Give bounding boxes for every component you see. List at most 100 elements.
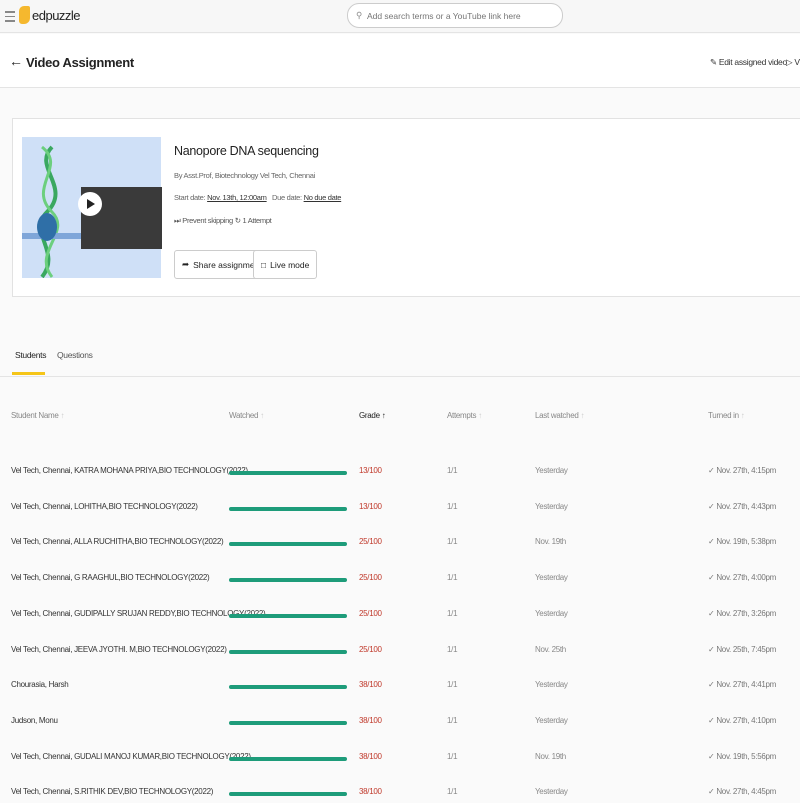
video-title: Nanopore DNA sequencing — [174, 144, 319, 158]
table-row[interactable]: Vel Tech, Chennai, ALLA RUCHITHA,BIO TEC… — [0, 533, 800, 553]
watched-progress-bar — [229, 685, 347, 690]
last-watched: Nov. 19th — [535, 537, 566, 547]
back-arrow-icon[interactable]: ← — [9, 53, 23, 69]
due-date-link[interactable]: No due date — [304, 193, 342, 202]
sort-arrow-icon: ↑ — [260, 411, 264, 420]
turned-in: ✓ Nov. 25th, 7:45pm — [708, 644, 777, 654]
grade: 13/100 — [359, 466, 382, 475]
search-icon: ⚲ — [356, 10, 362, 20]
table-row[interactable]: Vel Tech, Chennai, JEEVA JYOTHI. M,BIO T… — [0, 641, 800, 661]
attempts: 1/1 — [447, 501, 458, 511]
column-header-watched[interactable]: Watched ↑ — [229, 411, 264, 420]
grade: 38/100 — [359, 715, 382, 725]
column-header-student-name[interactable]: Student Name ↑ — [11, 411, 64, 420]
student-name: Vel Tech, Chennai, ALLA RUCHITHA,BIO TEC… — [11, 537, 224, 547]
sort-arrow-icon: ↑ — [740, 411, 745, 420]
column-header-last-watched[interactable]: Last watched ↑ — [535, 411, 584, 420]
watched-progress-bar — [229, 649, 347, 654]
header-label: Student Name — [11, 411, 59, 420]
student-name: Vel Tech, Chennai, LOHITHA,BIO TECHNOLOG… — [11, 501, 198, 511]
last-watched: Yesterday — [535, 573, 568, 583]
active-tab-indicator — [12, 372, 45, 375]
watched-progress-bar — [229, 613, 347, 618]
sort-arrow-icon: ↑ — [580, 411, 585, 420]
attempts: 1/1 — [447, 466, 458, 475]
student-name: Vel Tech, Chennai, KATRA MOHANA PRIYA,BI… — [11, 466, 248, 475]
header-label: Last watched — [535, 411, 579, 420]
last-watched: Yesterday — [535, 715, 568, 725]
header-label: Watched — [229, 411, 259, 420]
watched-progress-bar — [229, 792, 347, 797]
watched-progress-bar — [229, 720, 347, 725]
logo-mark-icon — [19, 6, 30, 24]
table-row[interactable]: Vel Tech, Chennai, LOHITHA,BIO TECHNOLOG… — [0, 498, 800, 518]
prevent-skipping-label: Prevent skipping — [182, 216, 233, 225]
table-row[interactable]: Vel Tech, Chennai, GUDIPALLY SRUJAN REDD… — [0, 605, 800, 625]
table-row[interactable]: Vel Tech, Chennai, S.RITHIK DEV,BIO TECH… — [0, 783, 800, 803]
search-input[interactable] — [366, 10, 547, 21]
assignment-options: ⏭ Prevent skipping ↻ 1 Attempt — [174, 216, 272, 226]
last-watched: Nov. 25th — [535, 644, 566, 654]
grade: 38/100 — [359, 680, 382, 690]
grade: 25/100 — [359, 537, 382, 547]
header-label: Grade — [359, 411, 380, 420]
video-author: By Asst.Prof, Biotechnology Vel Tech, Ch… — [174, 171, 316, 180]
attempts: 1/1 — [447, 680, 458, 690]
play-outline-icon: ▷ — [786, 57, 793, 67]
edit-label: Edit assigned video — [718, 57, 787, 67]
attempts: 1/1 — [447, 751, 458, 761]
watched-progress-bar — [229, 542, 347, 547]
table-row[interactable]: Vel Tech, Chennai, G RAAGHUL,BIO TECHNOL… — [0, 569, 800, 589]
grade: 38/100 — [359, 751, 382, 761]
due-date-label: Due date: — [271, 193, 302, 202]
logo-text: edpuzzle — [32, 7, 81, 23]
watched-progress-bar — [229, 578, 347, 583]
student-name: Vel Tech, Chennai, GUDIPALLY SRUJAN REDD… — [11, 608, 266, 618]
live-mode-label: Live mode — [270, 259, 310, 270]
divider — [0, 376, 800, 377]
turned-in: ✓ Nov. 27th, 4:43pm — [708, 501, 777, 511]
skip-icon: ⏭ — [174, 216, 181, 225]
column-header-turned-in[interactable]: Turned in ↑ — [708, 411, 745, 420]
column-header-attempts[interactable]: Attempts ↑ — [447, 411, 482, 420]
attempts: 1/1 — [447, 608, 458, 618]
sort-arrow-icon: ↑ — [381, 411, 386, 420]
table-row[interactable]: Judson, Monu 38/100 1/1 Yesterday ✓ Nov. 27t… — [0, 712, 800, 732]
play-icon[interactable] — [78, 192, 102, 216]
tab-students[interactable]: Students — [15, 350, 46, 360]
last-watched: Yesterday — [535, 501, 568, 511]
turned-in: ✓ Nov. 19th, 5:56pm — [708, 751, 777, 761]
table-row[interactable]: Vel Tech, Chennai, GUDALI MANOJ KUMAR,BI… — [0, 748, 800, 768]
turned-in: ✓ Nov. 27th, 4:41pm — [708, 680, 777, 690]
start-date-label: Start date: — [174, 193, 206, 202]
watched-progress-bar — [229, 471, 347, 475]
header-label: Attempts — [447, 411, 477, 420]
turned-in: ✓ Nov. 27th, 4:00pm — [708, 573, 777, 583]
start-date-link[interactable]: Nov. 13th, 12:00am — [207, 193, 267, 202]
tab-questions[interactable]: Questions — [57, 350, 93, 360]
page-title: Video Assignment — [26, 55, 134, 70]
pencil-icon: ✎ — [710, 57, 717, 67]
hamburger-menu-icon[interactable] — [5, 9, 15, 23]
grade: 25/100 — [359, 644, 382, 654]
turned-in: ✓ Nov. 27th, 4:10pm — [708, 715, 777, 725]
attempts: 1/1 — [447, 715, 458, 725]
assignment-dates: Start date: Nov. 13th, 12:00am Due date:… — [174, 193, 341, 202]
live-mode-button[interactable]: □ Live mode — [253, 250, 318, 279]
view-label: V — [794, 57, 800, 67]
table-row[interactable]: Chourasia, Harsh 38/100 1/1 Yesterday ✓ Nov.… — [0, 676, 800, 696]
sort-arrow-icon: ↑ — [478, 411, 482, 420]
student-name: Judson, Monu — [11, 715, 58, 725]
last-watched: Yesterday — [535, 466, 568, 475]
edpuzzle-logo[interactable]: edpuzzle — [19, 6, 81, 24]
column-header-grade[interactable]: Grade ↑ — [359, 411, 386, 420]
turned-in: ✓ Nov. 27th, 3:26pm — [708, 608, 777, 618]
attempts: 1/1 — [447, 644, 458, 654]
attempts: 1/1 — [447, 787, 458, 797]
last-watched: Yesterday — [535, 787, 568, 797]
grade: 38/100 — [359, 787, 382, 797]
edit-assigned-video-button[interactable]: ✎ Edit assigned video — [710, 57, 787, 68]
view-button[interactable]: ▷ V — [786, 57, 800, 68]
table-row[interactable]: Vel Tech, Chennai, KATRA MOHANA PRIYA,BI… — [0, 462, 800, 482]
search-box[interactable]: ⚲ — [347, 3, 563, 28]
